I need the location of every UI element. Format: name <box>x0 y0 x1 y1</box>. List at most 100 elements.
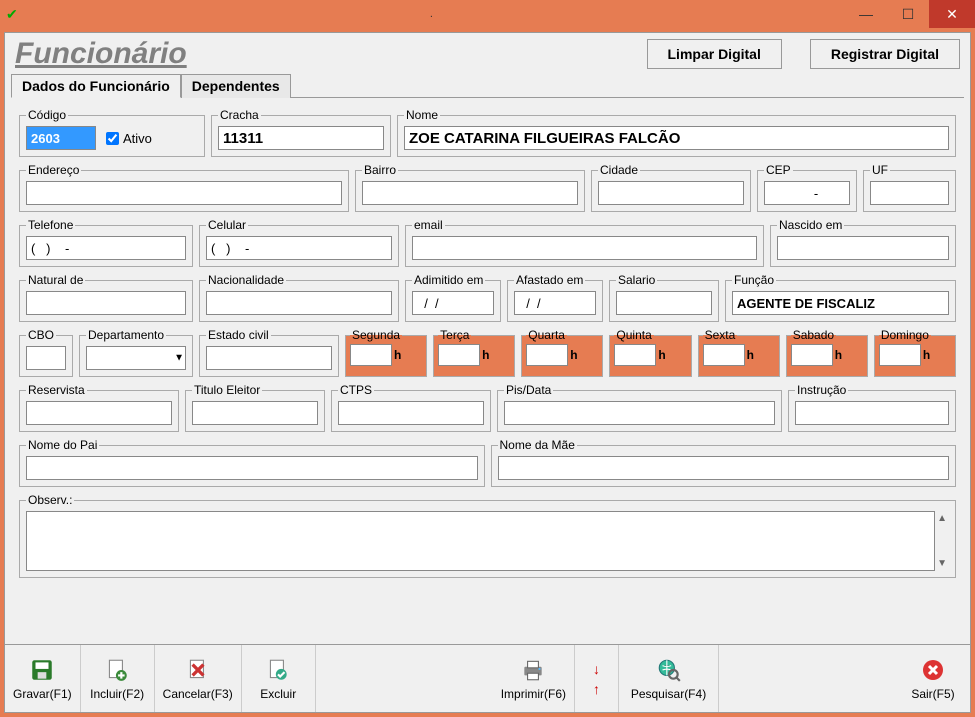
uf-input[interactable] <box>870 181 949 205</box>
save-icon <box>28 656 56 684</box>
departamento-select[interactable]: ▼ <box>86 346 186 370</box>
cep-label: CEP <box>764 163 793 177</box>
nacionalidade-label: Nacionalidade <box>206 273 286 287</box>
terca-label: Terça <box>438 328 471 342</box>
afastado-label: Afastado em <box>514 273 585 287</box>
endereco-label: Endereço <box>26 163 81 177</box>
admitido-input[interactable] <box>412 291 494 315</box>
endereco-input[interactable] <box>26 181 342 205</box>
nacionalidade-input[interactable] <box>206 291 392 315</box>
imprimir-button[interactable]: Imprimir(F6) <box>493 645 575 712</box>
nomemae-input[interactable] <box>498 456 950 480</box>
tabs: Dados do Funcionário Dependentes <box>11 73 964 98</box>
titlebar: ✔ . — ☐ ✕ <box>0 0 975 28</box>
excluir-button[interactable]: Excluir <box>242 645 316 712</box>
celular-input[interactable] <box>206 236 392 260</box>
cancelar-button[interactable]: Cancelar(F3) <box>155 645 242 712</box>
cidade-input[interactable] <box>598 181 744 205</box>
funcao-label: Função <box>732 273 776 287</box>
cancel-document-icon <box>184 656 212 684</box>
nome-label: Nome <box>404 108 440 122</box>
codigo-label: Código <box>26 108 68 122</box>
registrar-digital-button[interactable]: Registrar Digital <box>810 39 960 69</box>
admitido-label: Adimitido em <box>412 273 485 287</box>
domingo-input[interactable] <box>879 344 921 366</box>
cidade-label: Cidade <box>598 163 640 177</box>
textarea-scrollbar[interactable]: ▲▼ <box>935 511 949 571</box>
nascido-input[interactable] <box>777 236 949 260</box>
ativo-check[interactable] <box>106 132 119 145</box>
cbo-label: CBO <box>26 328 56 342</box>
segunda-input[interactable] <box>350 344 392 366</box>
maximize-button[interactable]: ☐ <box>887 0 929 28</box>
form-area: Código Ativo Cracha Nome Endereço <box>5 98 970 644</box>
add-document-icon <box>103 656 131 684</box>
instrucao-input[interactable] <box>795 401 949 425</box>
observ-label: Observ.: <box>26 493 74 507</box>
salario-input[interactable] <box>616 291 712 315</box>
estadocivil-label: Estado civil <box>206 328 271 342</box>
bairro-input[interactable] <box>362 181 578 205</box>
toolbar: Gravar(F1) Incluir(F2) Cancelar(F3) Excl… <box>5 644 970 712</box>
pis-input[interactable] <box>504 401 775 425</box>
exit-icon <box>919 656 947 684</box>
afastado-input[interactable] <box>514 291 596 315</box>
quarta-input[interactable] <box>526 344 568 366</box>
quinta-label: Quinta <box>614 328 653 342</box>
window-title: . <box>18 8 845 20</box>
salario-label: Salario <box>616 273 657 287</box>
down-arrow-button[interactable]: ↓ <box>587 661 607 677</box>
funcao-input[interactable] <box>732 291 949 315</box>
cep-input[interactable] <box>764 181 850 205</box>
page-title: Funcionário <box>15 37 187 71</box>
close-button[interactable]: ✕ <box>929 0 975 28</box>
pis-label: Pis/Data <box>504 383 553 397</box>
nome-input[interactable] <box>404 126 949 150</box>
limpar-digital-button[interactable]: Limpar Digital <box>647 39 782 69</box>
nomemae-label: Nome da Mãe <box>498 438 577 452</box>
natural-label: Natural de <box>26 273 85 287</box>
celular-label: Celular <box>206 218 248 232</box>
cracha-input[interactable] <box>218 126 384 150</box>
cbo-input[interactable] <box>26 346 66 370</box>
codigo-input[interactable] <box>26 126 96 150</box>
minimize-button[interactable]: — <box>845 0 887 28</box>
observ-input[interactable] <box>26 511 935 571</box>
tab-dados[interactable]: Dados do Funcionário <box>11 74 181 98</box>
quinta-input[interactable] <box>614 344 656 366</box>
up-arrow-button[interactable]: ↑ <box>587 681 607 697</box>
ctps-input[interactable] <box>338 401 484 425</box>
sair-button[interactable]: Sair(F5) <box>896 645 970 712</box>
window-controls: — ☐ ✕ <box>845 0 975 28</box>
scroll-up-icon[interactable]: ▲ <box>937 513 947 524</box>
sexta-label: Sexta <box>703 328 738 342</box>
ativo-checkbox[interactable]: Ativo <box>106 131 152 146</box>
scroll-down-icon[interactable]: ▼ <box>937 558 947 569</box>
reservista-input[interactable] <box>26 401 172 425</box>
cracha-label: Cracha <box>218 108 261 122</box>
instrucao-label: Instrução <box>795 383 848 397</box>
domingo-label: Domingo <box>879 328 931 342</box>
nomepai-input[interactable] <box>26 456 478 480</box>
natural-input[interactable] <box>26 291 186 315</box>
sabado-input[interactable] <box>791 344 833 366</box>
app-icon: ✔ <box>6 6 18 23</box>
sexta-input[interactable] <box>703 344 745 366</box>
segunda-label: Segunda <box>350 328 402 342</box>
quarta-label: Quarta <box>526 328 567 342</box>
delete-icon <box>264 656 292 684</box>
departamento-label: Departamento <box>86 328 166 342</box>
reservista-label: Reservista <box>26 383 87 397</box>
pesquisar-button[interactable]: Pesquisar(F4) <box>619 645 719 712</box>
tab-dependentes[interactable]: Dependentes <box>181 74 291 98</box>
titulo-input[interactable] <box>192 401 318 425</box>
estadocivil-input[interactable] <box>206 346 332 370</box>
gravar-button[interactable]: Gravar(F1) <box>5 645 81 712</box>
email-label: email <box>412 218 445 232</box>
incluir-button[interactable]: Incluir(F2) <box>81 645 155 712</box>
telefone-input[interactable] <box>26 236 186 260</box>
terca-input[interactable] <box>438 344 480 366</box>
print-icon <box>519 656 547 684</box>
email-input[interactable] <box>412 236 757 260</box>
nav-arrows: ↓ ↑ <box>575 645 619 712</box>
